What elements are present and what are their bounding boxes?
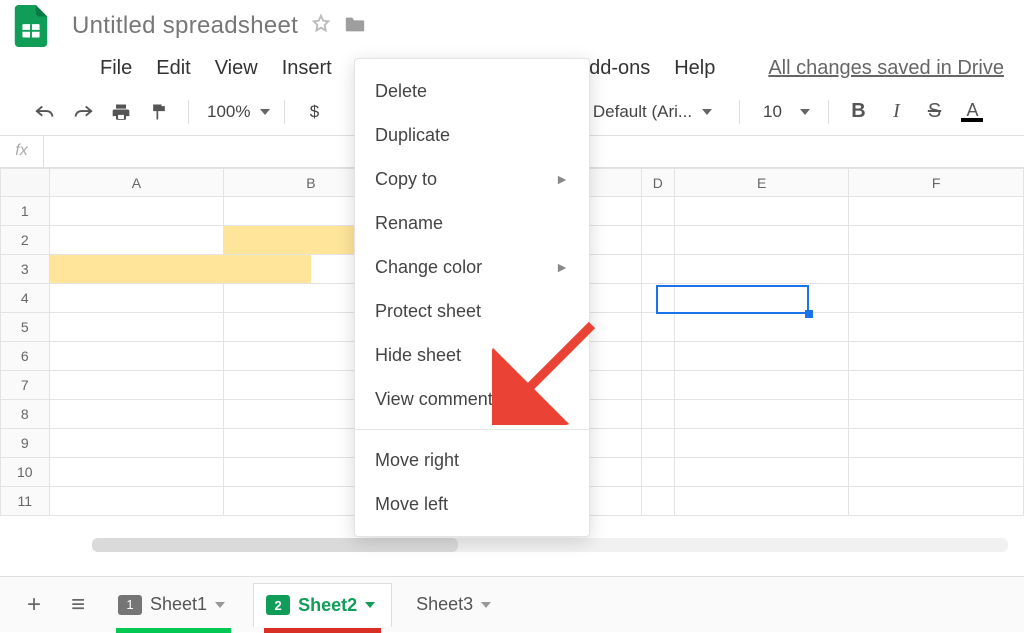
col-header[interactable]: E (674, 169, 849, 197)
font-name: Default (Ari... (589, 102, 696, 122)
ctx-copy-to[interactable]: Copy to► (355, 157, 589, 201)
fx-label: fx (0, 136, 44, 167)
strikethrough-button[interactable]: S (919, 96, 949, 128)
col-header[interactable]: F (849, 169, 1024, 197)
comment-badge-icon: 1 (118, 595, 142, 615)
select-all-corner[interactable] (1, 169, 50, 197)
add-sheet-button[interactable]: + (12, 583, 56, 627)
cell-a3[interactable] (49, 255, 224, 284)
col-header[interactable]: D (641, 169, 674, 197)
separator (828, 100, 829, 124)
font-select[interactable]: Default (Ari... (575, 96, 725, 128)
row-header[interactable]: 11 (1, 487, 50, 516)
ctx-protect[interactable]: Protect sheet (355, 289, 589, 333)
sheets-logo-icon (8, 3, 54, 49)
row-header[interactable]: 4 (1, 284, 50, 313)
menu-separator (355, 429, 589, 430)
fill-handle[interactable] (805, 310, 813, 318)
title-bar: Untitled spreadsheet (0, 0, 1024, 48)
row-header[interactable]: 7 (1, 371, 50, 400)
row-header[interactable]: 5 (1, 313, 50, 342)
sheet-tab-sheet3[interactable]: Sheet3 (404, 583, 507, 627)
chevron-down-icon[interactable] (365, 602, 375, 608)
sheet-tab-label: Sheet2 (298, 595, 357, 616)
sheet-context-menu: Delete Duplicate Copy to► Rename Change … (354, 58, 590, 537)
italic-button[interactable]: I (881, 96, 911, 128)
ctx-hide[interactable]: Hide sheet (355, 333, 589, 377)
chevron-right-icon: ► (555, 259, 569, 275)
row-header[interactable]: 2 (1, 226, 50, 255)
sheet-tab-bar: + ≡ 1 Sheet1 2 Sheet2 Sheet3 (0, 576, 1024, 632)
ctx-rename[interactable]: Rename (355, 201, 589, 245)
star-icon[interactable] (310, 13, 332, 40)
menu-view[interactable]: View (215, 57, 258, 80)
comment-badge-icon: 2 (266, 595, 290, 615)
ctx-change-color[interactable]: Change color► (355, 245, 589, 289)
menu-edit[interactable]: Edit (156, 57, 190, 80)
zoom-value: 100% (203, 102, 254, 122)
row-header[interactable]: 10 (1, 458, 50, 487)
save-status[interactable]: All changes saved in Drive (768, 57, 1004, 80)
sheet-tab-label: Sheet3 (416, 594, 473, 615)
chevron-down-icon[interactable] (481, 602, 491, 608)
horizontal-scrollbar[interactable] (92, 538, 1008, 552)
row-header[interactable]: 3 (1, 255, 50, 284)
cell-e4[interactable] (674, 284, 849, 313)
document-title[interactable]: Untitled spreadsheet (72, 12, 298, 40)
row-header[interactable]: 8 (1, 400, 50, 429)
separator (188, 100, 189, 124)
currency-button[interactable]: $ (299, 96, 329, 128)
redo-button[interactable] (68, 96, 98, 128)
col-header[interactable]: A (49, 169, 224, 197)
text-color-button[interactable]: A (957, 96, 987, 128)
menu-insert[interactable]: Insert (282, 57, 332, 80)
ctx-delete[interactable]: Delete (355, 69, 589, 113)
row-header[interactable]: 9 (1, 429, 50, 458)
font-size-select[interactable]: 10 (754, 96, 814, 128)
font-size: 10 (759, 102, 786, 122)
separator (284, 100, 285, 124)
bold-button[interactable]: B (843, 96, 873, 128)
paint-format-button[interactable] (144, 96, 174, 128)
chevron-right-icon: ► (555, 171, 569, 187)
zoom-select[interactable]: 100% (203, 96, 270, 128)
menu-file[interactable]: File (100, 57, 132, 80)
menu-help[interactable]: Help (674, 57, 715, 80)
chevron-down-icon[interactable] (215, 602, 225, 608)
all-sheets-button[interactable]: ≡ (56, 583, 100, 627)
print-button[interactable] (106, 96, 136, 128)
ctx-view-comments[interactable]: View comments (355, 377, 589, 421)
ctx-move-right[interactable]: Move right (355, 438, 589, 482)
sheet-tab-label: Sheet1 (150, 594, 207, 615)
sheet-tab-sheet2[interactable]: 2 Sheet2 (253, 583, 392, 627)
row-header[interactable]: 1 (1, 197, 50, 226)
folder-icon[interactable] (344, 14, 366, 39)
row-header[interactable]: 6 (1, 342, 50, 371)
ctx-duplicate[interactable]: Duplicate (355, 113, 589, 157)
ctx-move-left[interactable]: Move left (355, 482, 589, 526)
undo-button[interactable] (30, 96, 60, 128)
scrollbar-thumb[interactable] (92, 538, 458, 552)
separator (739, 100, 740, 124)
sheet-tab-sheet1[interactable]: 1 Sheet1 (106, 583, 241, 627)
